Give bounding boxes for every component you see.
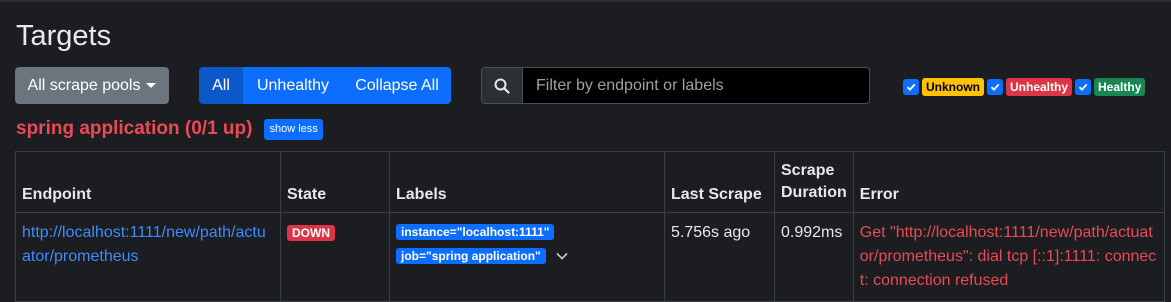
scrape-pools-label: All scrape pools xyxy=(27,76,141,94)
caret-down-icon xyxy=(146,83,157,88)
check-icon xyxy=(906,83,916,91)
show-less-button[interactable]: show less xyxy=(264,118,323,140)
targets-table: Endpoint State Labels Last Scrape Scrape… xyxy=(15,151,1166,302)
healthy-badge: Healthy xyxy=(1094,78,1146,96)
scrape-pools-dropdown[interactable]: All scrape pools xyxy=(15,67,169,104)
page-title: Targets xyxy=(16,20,112,52)
unhealthy-button[interactable]: Unhealthy xyxy=(243,67,343,104)
label-badge: instance="localhost:1111" xyxy=(396,224,555,240)
endpoint-link[interactable]: http://localhost:1111/new/path/actuator/… xyxy=(22,224,266,265)
check-icon xyxy=(990,83,1000,91)
healthy-checkbox[interactable] xyxy=(1075,79,1092,95)
unknown-checkbox[interactable] xyxy=(903,79,919,95)
health-filters: Unknown Unhealthy Healthy xyxy=(903,78,1146,96)
pool-header: spring application (0/1 up) show less xyxy=(16,118,323,140)
toolbar: All scrape pools All Unhealthy Collapse … xyxy=(15,67,1165,104)
endpoint-cell: http://localhost:1111/new/path/actuator/… xyxy=(15,212,281,302)
labels-cell: instance="localhost:1111" job="spring ap… xyxy=(389,212,665,302)
scrape-duration-cell: 0.992ms xyxy=(774,212,854,302)
label-badge: job="spring application" xyxy=(396,248,546,264)
search-icon xyxy=(482,68,523,103)
error-cell: Get "http://localhost:1111/new/path/actu… xyxy=(852,212,1166,302)
search-input[interactable] xyxy=(523,68,869,103)
table-row: http://localhost:1111/new/path/actuator/… xyxy=(15,212,1166,302)
header-labels: Labels xyxy=(389,151,665,213)
check-icon xyxy=(1078,83,1088,91)
state-badge: DOWN xyxy=(287,225,335,241)
search-box xyxy=(481,67,870,104)
top-border xyxy=(0,0,1171,2)
collapse-all-button[interactable]: Collapse All xyxy=(343,67,451,104)
unknown-badge: Unknown xyxy=(922,78,984,96)
unhealthy-badge: Unhealthy xyxy=(1006,78,1073,96)
header-last-scrape: Last Scrape xyxy=(664,151,775,213)
filter-button-group: All Unhealthy Collapse All xyxy=(199,67,451,104)
header-error: Error xyxy=(852,151,1166,213)
table-header-row: Endpoint State Labels Last Scrape Scrape… xyxy=(15,151,1166,213)
header-endpoint: Endpoint xyxy=(15,151,281,213)
all-button[interactable]: All xyxy=(199,67,243,104)
last-scrape-cell: 5.756s ago xyxy=(664,212,775,302)
unhealthy-checkbox[interactable] xyxy=(987,79,1003,95)
state-cell: DOWN xyxy=(280,212,390,302)
header-scrape-duration: Scrape Duration xyxy=(774,151,854,213)
header-state: State xyxy=(280,151,390,213)
chevron-down-icon[interactable] xyxy=(556,249,568,263)
pool-title[interactable]: spring application (0/1 up) xyxy=(16,118,252,140)
